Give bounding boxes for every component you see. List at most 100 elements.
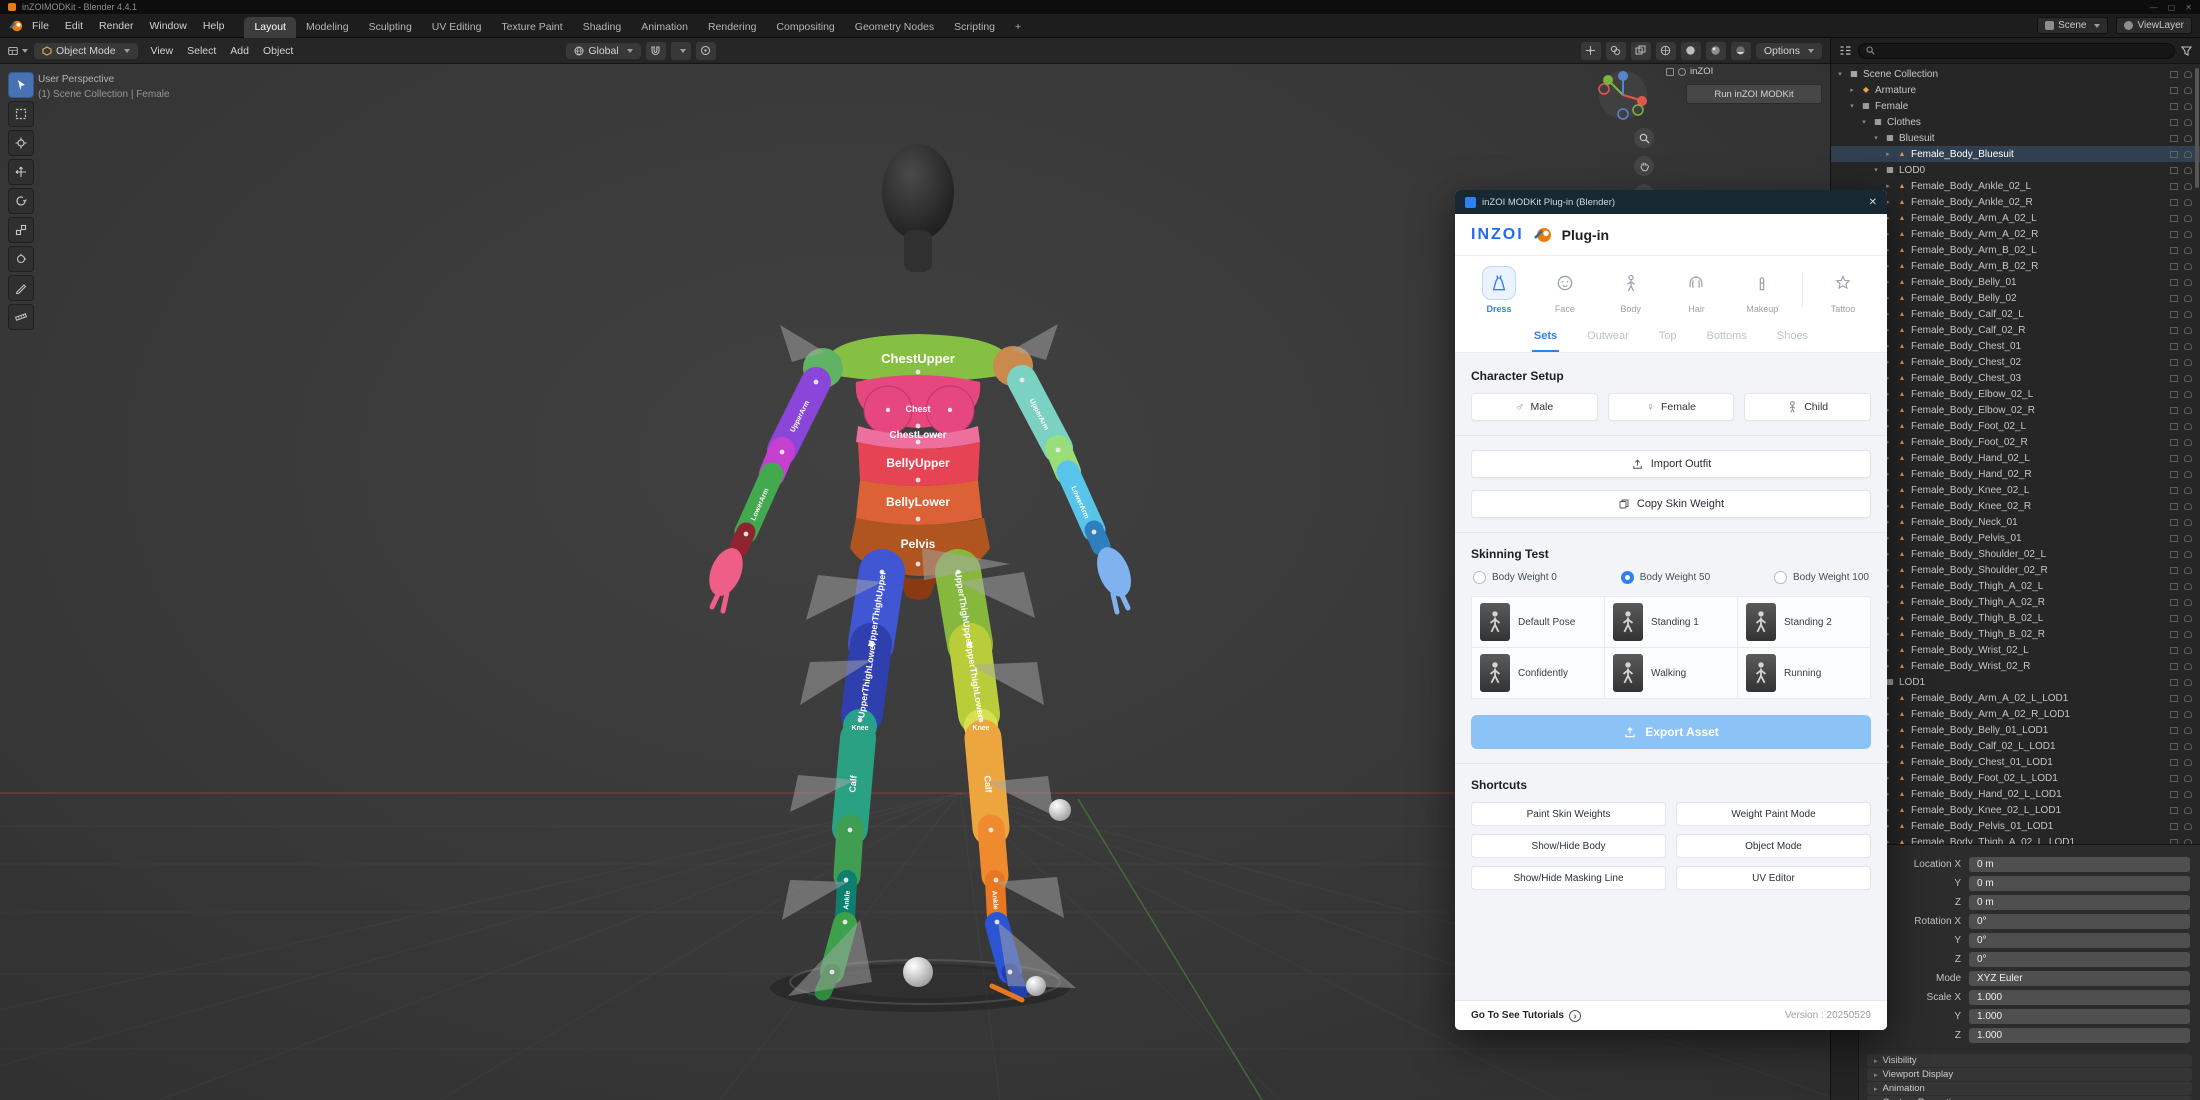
hide-in-viewport-toggle[interactable] xyxy=(2170,646,2178,654)
viewlayer-selector[interactable]: ViewLayer xyxy=(2116,17,2192,34)
hide-in-viewport-toggle[interactable] xyxy=(2170,454,2178,462)
shading-rendered-button[interactable] xyxy=(1730,41,1751,60)
workspace-tab[interactable]: Layout xyxy=(244,16,296,38)
hide-in-viewport-toggle[interactable] xyxy=(2170,806,2178,814)
viewport-menu-item[interactable]: Object xyxy=(256,43,300,59)
outliner-row[interactable]: ▾ Clothes xyxy=(1831,114,2200,130)
shortcut-button[interactable]: UV Editor xyxy=(1676,866,1871,890)
disable-in-render-toggle[interactable] xyxy=(2184,662,2192,670)
disable-in-render-toggle[interactable] xyxy=(2184,134,2192,142)
tool-measure-button[interactable] xyxy=(8,304,34,330)
hide-in-viewport-toggle[interactable] xyxy=(2170,790,2178,798)
outliner-scrollbar[interactable] xyxy=(2195,68,2199,188)
disable-in-render-toggle[interactable] xyxy=(2184,86,2192,94)
plugin-subtab[interactable]: Shoes xyxy=(1775,324,1810,352)
close-icon[interactable]: ✕ xyxy=(1869,197,1877,208)
outliner-row[interactable]: ▸ Armature xyxy=(1831,82,2200,98)
tool-tweak-button[interactable] xyxy=(8,72,34,98)
hide-in-viewport-toggle[interactable] xyxy=(2170,278,2178,286)
hide-in-viewport-toggle[interactable] xyxy=(2170,374,2178,382)
nav-face[interactable]: Face xyxy=(1539,266,1591,314)
viewport-menu-item[interactable]: Select xyxy=(180,43,223,59)
zoom-icon[interactable] xyxy=(1634,128,1654,148)
disable-in-render-toggle[interactable] xyxy=(2184,230,2192,238)
viewport-menu-item[interactable]: Add xyxy=(223,43,256,59)
expand-icon[interactable]: ▸ xyxy=(1883,150,1893,158)
outliner-editor-icon[interactable] xyxy=(1839,45,1852,56)
disable-in-render-toggle[interactable] xyxy=(2184,726,2192,734)
shading-wireframe-button[interactable] xyxy=(1655,41,1676,60)
properties-panel-header[interactable]: ▸ Custom Properties xyxy=(1867,1096,2192,1100)
show-gizmo-toggle[interactable] xyxy=(1580,41,1601,60)
workspace-tab[interactable]: Rendering xyxy=(698,17,766,38)
workspace-tab[interactable]: + xyxy=(1005,17,1031,38)
hide-in-viewport-toggle[interactable] xyxy=(2170,390,2178,398)
field-value[interactable]: 0 m xyxy=(1969,876,2190,891)
hide-in-viewport-toggle[interactable] xyxy=(2170,118,2178,126)
male-button[interactable]: ♂ Male xyxy=(1471,393,1598,421)
hide-in-viewport-toggle[interactable] xyxy=(2170,134,2178,142)
disable-in-render-toggle[interactable] xyxy=(2184,710,2192,718)
pose-option[interactable]: Default Pose xyxy=(1472,597,1605,648)
field-value[interactable]: 1.000 xyxy=(1969,1009,2190,1024)
snap-options-dropdown[interactable] xyxy=(670,41,691,60)
hide-in-viewport-toggle[interactable] xyxy=(2170,326,2178,334)
menu-item[interactable]: Window xyxy=(141,17,194,35)
outliner-row[interactable]: ▾ Female xyxy=(1831,98,2200,114)
hide-in-viewport-toggle[interactable] xyxy=(2170,694,2178,702)
plugin-subtab[interactable]: Top xyxy=(1657,324,1679,352)
hide-in-viewport-toggle[interactable] xyxy=(2170,214,2178,222)
disable-in-render-toggle[interactable] xyxy=(2184,566,2192,574)
disable-in-render-toggle[interactable] xyxy=(2184,310,2192,318)
disable-in-render-toggle[interactable] xyxy=(2184,422,2192,430)
expand-icon[interactable]: ▸ xyxy=(1847,86,1857,94)
disable-in-render-toggle[interactable] xyxy=(2184,486,2192,494)
tool-cursor-3d-button[interactable] xyxy=(8,130,34,156)
tool-scale-button[interactable] xyxy=(8,217,34,243)
plugin-subtab[interactable]: Bottoms xyxy=(1705,324,1749,352)
scene-selector[interactable]: Scene xyxy=(2037,17,2109,34)
hide-in-viewport-toggle[interactable] xyxy=(2170,598,2178,606)
hide-in-viewport-toggle[interactable] xyxy=(2170,774,2178,782)
menu-item[interactable]: Help xyxy=(195,17,233,35)
outliner-row[interactable]: ▸ Female_Body_Bluesuit xyxy=(1831,146,2200,162)
hide-in-viewport-toggle[interactable] xyxy=(2170,230,2178,238)
nav-body[interactable]: Body xyxy=(1605,266,1657,314)
hide-in-viewport-toggle[interactable] xyxy=(2170,678,2178,686)
disable-in-render-toggle[interactable] xyxy=(2184,70,2192,78)
menu-item[interactable]: Edit xyxy=(57,17,91,35)
workspace-tab[interactable]: Sculpting xyxy=(359,17,422,38)
hide-in-viewport-toggle[interactable] xyxy=(2170,358,2178,366)
hide-in-viewport-toggle[interactable] xyxy=(2170,822,2178,830)
disable-in-render-toggle[interactable] xyxy=(2184,214,2192,222)
hide-in-viewport-toggle[interactable] xyxy=(2170,550,2178,558)
hide-in-viewport-toggle[interactable] xyxy=(2170,710,2178,718)
workspace-tab[interactable]: Scripting xyxy=(944,17,1005,38)
disable-in-render-toggle[interactable] xyxy=(2184,742,2192,750)
disable-in-render-toggle[interactable] xyxy=(2184,342,2192,350)
hide-in-viewport-toggle[interactable] xyxy=(2170,662,2178,670)
expand-icon[interactable]: ▾ xyxy=(1871,166,1881,174)
viewport-menu-item[interactable]: View xyxy=(144,43,181,59)
disable-in-render-toggle[interactable] xyxy=(2184,406,2192,414)
close-icon[interactable]: ✕ xyxy=(2185,3,2192,12)
shortcut-button[interactable]: Object Mode xyxy=(1676,834,1871,858)
disable-in-render-toggle[interactable] xyxy=(2184,630,2192,638)
body-weight-radio[interactable]: Body Weight 100 xyxy=(1774,571,1869,584)
shortcut-button[interactable]: Show/Hide Body xyxy=(1471,834,1666,858)
tool-move-button[interactable] xyxy=(8,159,34,185)
outliner-search-input[interactable] xyxy=(1858,42,2175,59)
disable-in-render-toggle[interactable] xyxy=(2184,678,2192,686)
nav-makeup[interactable]: Makeup xyxy=(1736,266,1788,314)
hide-in-viewport-toggle[interactable] xyxy=(2170,86,2178,94)
field-value[interactable]: 0° xyxy=(1969,914,2190,929)
hide-in-viewport-toggle[interactable] xyxy=(2170,342,2178,350)
disable-in-render-toggle[interactable] xyxy=(2184,374,2192,382)
disable-in-render-toggle[interactable] xyxy=(2184,358,2192,366)
disable-in-render-toggle[interactable] xyxy=(2184,502,2192,510)
disable-in-render-toggle[interactable] xyxy=(2184,758,2192,766)
disable-in-render-toggle[interactable] xyxy=(2184,182,2192,190)
hide-in-viewport-toggle[interactable] xyxy=(2170,470,2178,478)
child-button[interactable]: Child xyxy=(1744,393,1872,421)
proportional-editing-toggle[interactable] xyxy=(695,41,716,60)
